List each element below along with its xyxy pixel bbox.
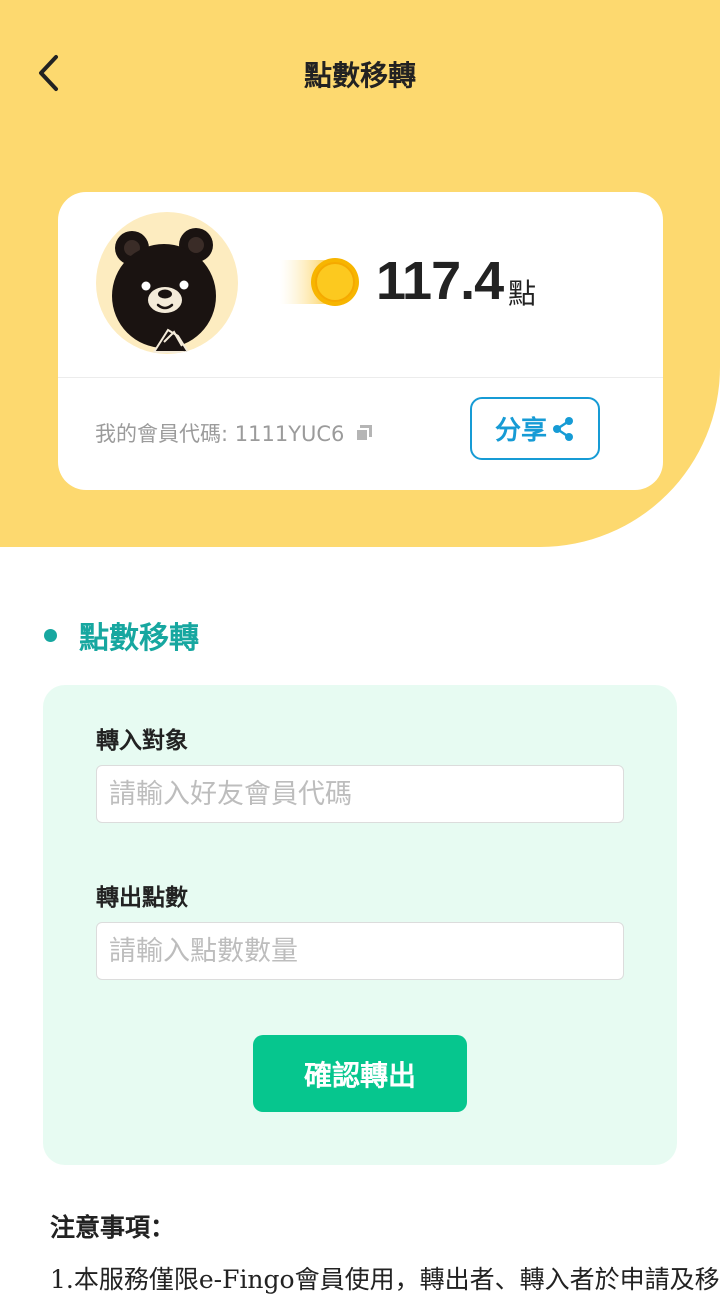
member-code-text: 我的會員代碼: 1111YUC6 [95,422,345,446]
points-value: 117.4 [376,251,504,311]
confirm-transfer-button[interactable]: 確認轉出 [253,1035,467,1112]
target-label: 轉入對象 [96,728,188,754]
member-code-row: 我的會員代碼: 1111YUC6 [95,418,374,448]
bear-avatar [96,212,238,354]
section-dot [44,628,57,642]
top-nav-bar: 點數移轉 [0,0,720,145]
points-unit: 點 [508,277,537,310]
card-divider [58,377,663,378]
transfer-form: 轉入對象 轉出點數 確認轉出 [43,685,677,1165]
target-member-code-input[interactable] [96,765,624,823]
copy-icon[interactable] [354,423,374,443]
notes-title: 注意事項： [50,1213,176,1242]
coin-icon [280,258,359,306]
share-label: 分享 [494,416,547,446]
section-heading: 點數移轉 [44,613,199,657]
notes-line-1: 1.本服務僅限e-Fingo會員使用，轉出者、轉入者於申請及移轉 [50,1265,720,1294]
share-button[interactable]: 分享 [470,397,600,460]
share-icon [553,416,573,441]
points-card: 117.4 點 我的會員代碼: 1111YUC6 分享 [58,192,663,490]
amount-label: 轉出點數 [96,885,188,911]
points-amount-input[interactable] [96,922,624,980]
page-title: 點數移轉 [303,59,416,92]
section-title: 點數移轉 [79,621,199,656]
